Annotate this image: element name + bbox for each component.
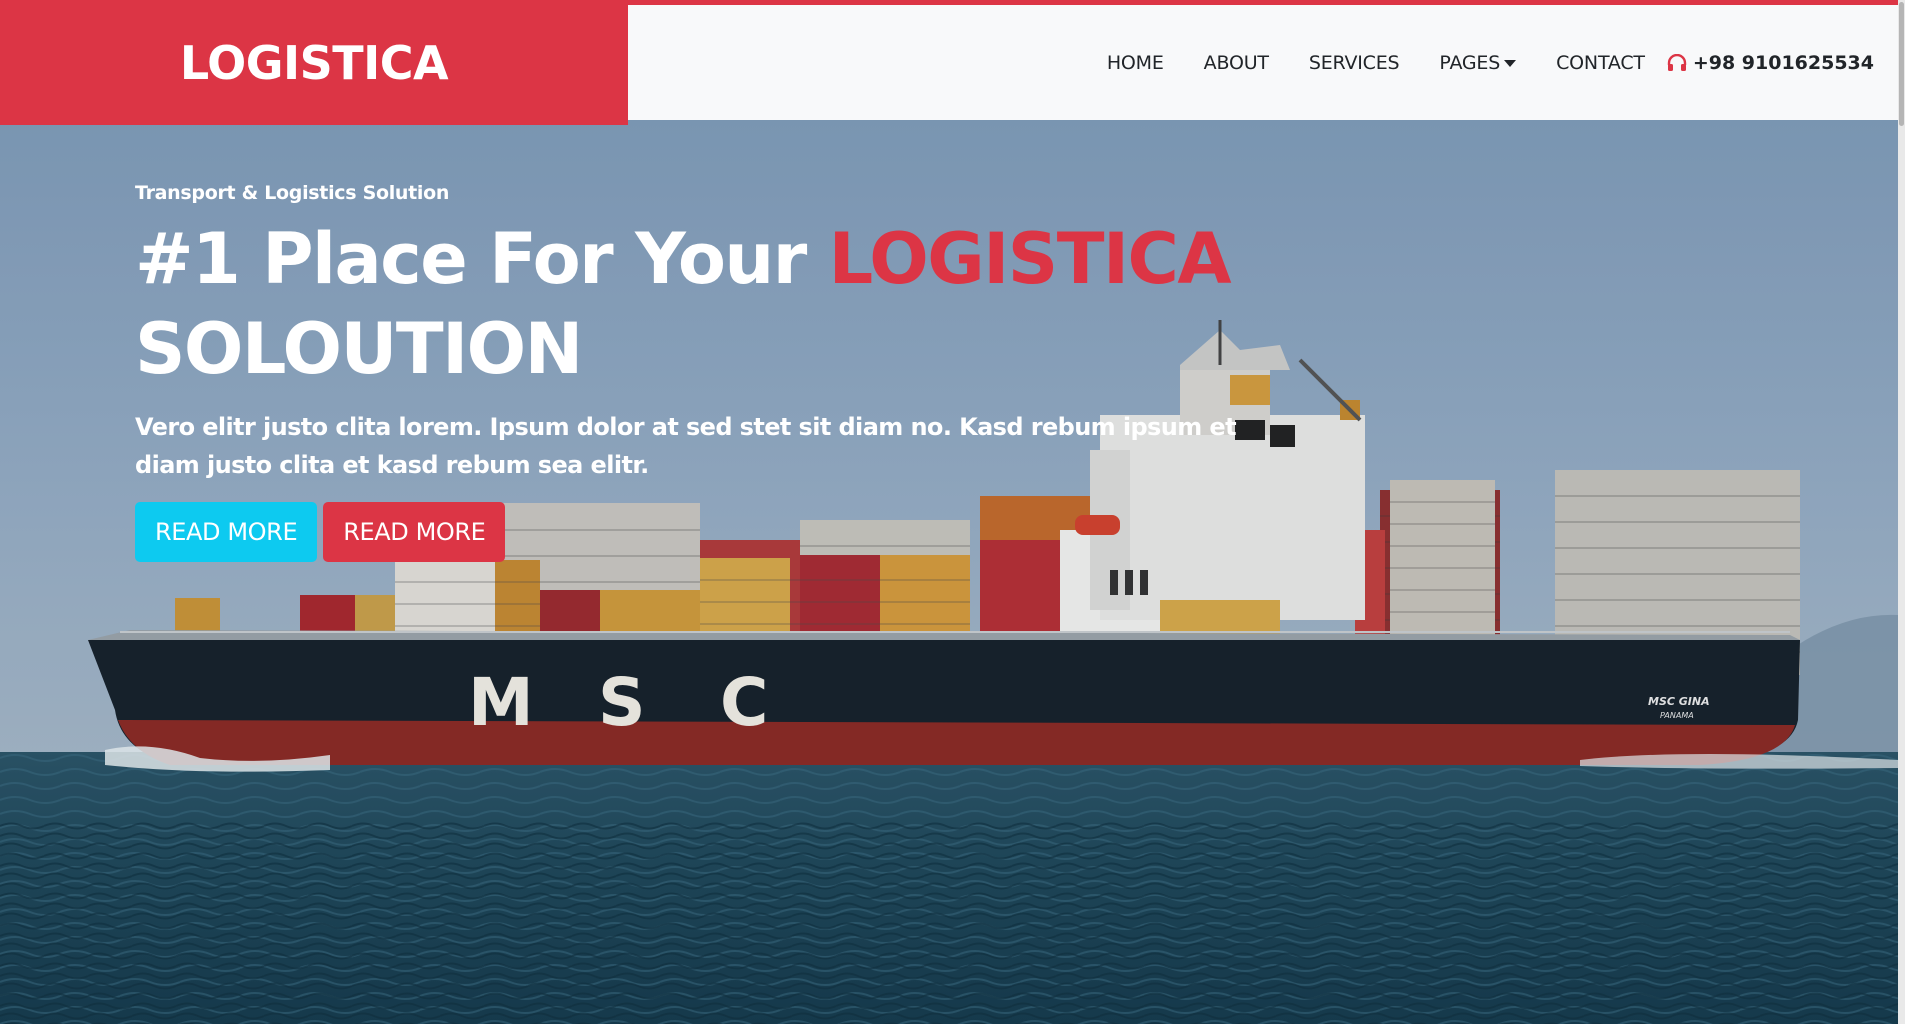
read-more-button-secondary[interactable]: READ MORE bbox=[323, 502, 506, 562]
hero-buttons: READ MORE READ MORE bbox=[135, 502, 1255, 562]
caret-down-icon bbox=[1504, 59, 1517, 67]
brand-block[interactable]: LOGISTICA bbox=[0, 0, 628, 125]
nav-services[interactable]: SERVICES bbox=[1309, 52, 1400, 74]
nav-pages-dropdown[interactable]: PAGES bbox=[1439, 51, 1517, 74]
nav-contact[interactable]: CONTACT bbox=[1556, 52, 1645, 74]
hero-carousel: M S C MSC GINA PANAMA Transport & Logist… bbox=[0, 120, 1898, 1024]
hero-title-part1: #1 Place For Your bbox=[135, 218, 829, 300]
nav-home[interactable]: HOME bbox=[1107, 52, 1164, 74]
brand-logo[interactable]: LOGISTICA bbox=[180, 36, 449, 90]
site-header: LOGISTICA HOME ABOUT SERVICES PAGES CONT… bbox=[0, 0, 1898, 125]
read-more-button-primary[interactable]: READ MORE bbox=[135, 502, 318, 562]
phone-number: +98 9101625534 bbox=[1692, 51, 1874, 74]
hero-description: Vero elitr justo clita lorem. Ipsum dolo… bbox=[135, 413, 1237, 479]
hero-title-part2: SOLOUTION bbox=[135, 308, 583, 390]
nav-pages-label: PAGES bbox=[1439, 51, 1501, 74]
hero-title: #1 Place For Your LOGISTICA SOLOUTION bbox=[135, 214, 1255, 394]
main-nav: HOME ABOUT SERVICES PAGES CONTACT +98 91… bbox=[1067, 5, 1874, 120]
nav-about[interactable]: ABOUT bbox=[1204, 52, 1269, 74]
hero-title-accent: LOGISTICA bbox=[828, 218, 1232, 300]
page: LOGISTICA HOME ABOUT SERVICES PAGES CONT… bbox=[0, 0, 1905, 1024]
page-scrollbar[interactable] bbox=[1898, 0, 1905, 1024]
header-phone[interactable]: +98 9101625534 bbox=[1667, 52, 1874, 74]
scrollbar-thumb[interactable] bbox=[1899, 2, 1904, 126]
hero-caption: Transport & Logistics Solution #1 Place … bbox=[135, 182, 1255, 562]
headphones-icon bbox=[1667, 53, 1687, 71]
hero-subtitle: Transport & Logistics Solution bbox=[135, 182, 450, 204]
